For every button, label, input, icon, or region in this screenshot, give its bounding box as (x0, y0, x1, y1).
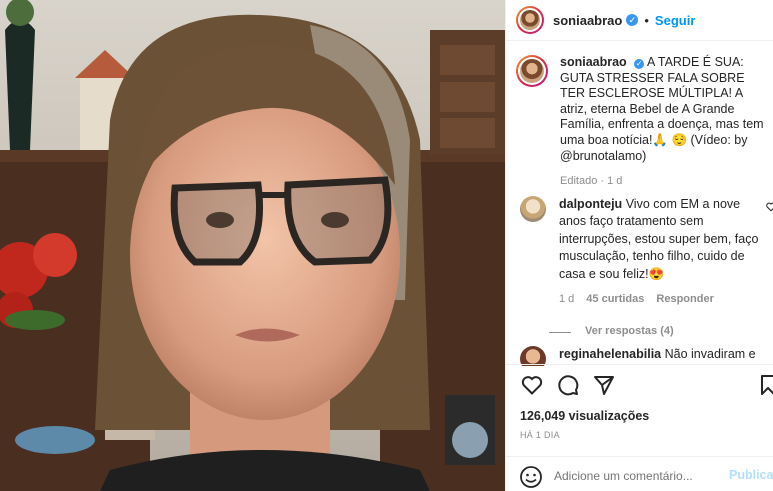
heart-icon[interactable] (520, 373, 544, 397)
comment-body: dalponteju Vivo com EM a nove anos faço … (549, 196, 764, 341)
comment-item: reginahelenabilia Não invadiram e (520, 346, 773, 366)
comment-username[interactable]: dalponteju (559, 197, 622, 211)
comment-like-heart-icon[interactable] (766, 202, 773, 212)
verified-badge-icon: ✓ (626, 14, 639, 26)
comment-input[interactable] (552, 465, 726, 487)
comment-time: 1 d (559, 293, 575, 306)
caption-username[interactable]: soniaabrao (560, 55, 627, 69)
verified-badge-icon: ✓ (634, 59, 645, 69)
comment-avatar[interactable] (520, 196, 546, 222)
follow-button[interactable]: Seguir (655, 13, 695, 28)
replies-line (549, 331, 571, 333)
comment-body: reginahelenabilia Não invadiram e (559, 346, 764, 366)
view-replies-button[interactable]: Ver respostas (4) (549, 323, 764, 340)
comment-avatar[interactable] (520, 346, 546, 366)
comment-likes[interactable]: 45 curtidas (586, 291, 644, 308)
post-time: HÁ 1 DIA (520, 430, 560, 440)
view-count: 126,049 visualizações (520, 409, 650, 423)
post-caption: soniaabrao ✓ A TARDE É SUA: GUTA STRESSE… (516, 55, 773, 190)
caption-avatar[interactable] (516, 55, 548, 87)
comment-text: Não invadiram e (664, 347, 756, 361)
edited-label: Editado · 1 d (560, 175, 623, 188)
post-details-panel: soniaabrao ✓ • Seguir soniaabrao ✓ A TAR… (505, 0, 773, 491)
separator-dot: • (644, 12, 649, 28)
video-frame (0, 0, 505, 491)
author-username[interactable]: soniaabrao (553, 13, 622, 28)
share-icon[interactable] (592, 373, 616, 397)
publish-button[interactable]: Publicar (729, 468, 773, 482)
header-divider (506, 40, 773, 41)
add-comment-bar: Publicar (506, 456, 773, 491)
author-avatar[interactable] (516, 6, 544, 34)
comment-item: dalponteju Vivo com EM a nove anos faço … (520, 196, 773, 341)
comment-icon[interactable] (556, 373, 580, 397)
post-header: soniaabrao ✓ • Seguir (516, 6, 695, 34)
post-video[interactable] (0, 0, 505, 491)
caption-body: soniaabrao ✓ A TARDE É SUA: GUTA STRESSE… (560, 55, 765, 190)
action-bar (520, 373, 773, 397)
comment-meta: 1 d 45 curtidas Responder (559, 291, 764, 308)
caption-text: A TARDE É SUA: GUTA STRESSER FALA SOBRE … (560, 55, 764, 163)
reply-button[interactable]: Responder (656, 291, 713, 308)
view-replies-label: Ver respostas (4) (585, 325, 674, 338)
emoji-icon[interactable] (519, 465, 543, 489)
bookmark-icon[interactable] (756, 373, 773, 397)
comment-username[interactable]: reginahelenabilia (559, 347, 661, 361)
actions-divider (506, 364, 773, 365)
